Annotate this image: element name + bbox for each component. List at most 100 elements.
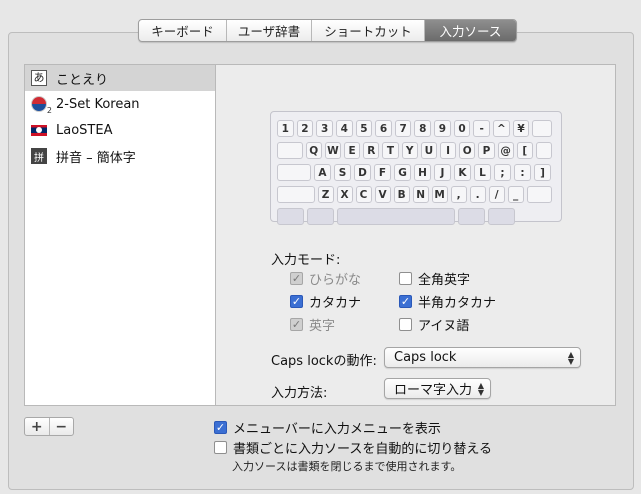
key: C bbox=[355, 186, 372, 203]
list-item-label: ことえり bbox=[56, 72, 109, 88]
key: ¥ bbox=[512, 120, 530, 137]
key bbox=[532, 120, 552, 137]
checkbox-hankaku-katakana[interactable]: ✓ 半角カタカナ bbox=[399, 292, 496, 311]
space-key bbox=[337, 208, 455, 225]
tab-user-dictionary[interactable]: ユーザ辞書 bbox=[227, 20, 312, 41]
checkbox-label: アイヌ語 bbox=[418, 319, 470, 334]
key: @ bbox=[497, 142, 514, 159]
input-mode-label: 入力モード: bbox=[271, 253, 341, 268]
key: I bbox=[439, 142, 457, 159]
list-item-lao[interactable]: LaoSTEA bbox=[25, 117, 215, 143]
key: M bbox=[431, 186, 448, 203]
key bbox=[488, 208, 515, 225]
list-edit-buttons: + − bbox=[24, 417, 74, 436]
key: J bbox=[434, 164, 451, 181]
input-source-list[interactable]: あ ことえり 2-Set Korean LaoSTEA 拼 拼音 – 簡体字 bbox=[24, 64, 215, 406]
keyboard-row-2: Q W E R T Y U I O P @ [ bbox=[277, 142, 555, 161]
key: A bbox=[314, 164, 331, 181]
key: Q bbox=[305, 142, 322, 159]
input-method-select[interactable]: ローマ字入力 ▲ ▼ bbox=[384, 378, 491, 399]
input-method-label: 入力方法: bbox=[271, 386, 328, 401]
key: 5 bbox=[355, 120, 373, 137]
checkmark-icon: ✓ bbox=[290, 272, 303, 285]
key: ] bbox=[534, 164, 551, 181]
key: W bbox=[324, 142, 342, 159]
checkbox-label: 英字 bbox=[309, 319, 336, 334]
checkbox-label: カタカナ bbox=[309, 296, 362, 311]
key: E bbox=[344, 142, 361, 159]
keyboard-layout-preview: 1 2 3 4 5 6 7 8 9 0 - ^ ¥ Q W E R T Y U … bbox=[270, 111, 562, 225]
key: F bbox=[374, 164, 391, 181]
add-button[interactable]: + bbox=[25, 418, 50, 435]
kotoeri-icon: あ bbox=[31, 70, 47, 86]
checkbox-ainu[interactable]: アイヌ語 bbox=[399, 315, 469, 334]
list-item-label: 2-Set Korean bbox=[56, 96, 140, 112]
key bbox=[277, 164, 311, 181]
key bbox=[277, 186, 315, 203]
keyboard-row-1: 1 2 3 4 5 6 7 8 9 0 - ^ ¥ bbox=[277, 120, 555, 139]
key: 0 bbox=[453, 120, 471, 137]
remove-button[interactable]: − bbox=[50, 418, 74, 435]
checkmark-icon: ✓ bbox=[290, 318, 303, 331]
checkbox-box bbox=[214, 441, 227, 454]
checkbox-eiji[interactable]: ✓ 英字 bbox=[290, 315, 335, 334]
list-item-kotoeri[interactable]: あ ことえり bbox=[25, 65, 215, 91]
key: K bbox=[454, 164, 471, 181]
checkbox-box bbox=[399, 272, 412, 285]
checkbox-katakana[interactable]: ✓ カタカナ bbox=[290, 292, 361, 311]
checkbox-hiragana[interactable]: ✓ ひらがな bbox=[290, 269, 361, 288]
checkbox-zenkaku-eiji[interactable]: 全角英字 bbox=[399, 269, 470, 288]
lao-flag-icon bbox=[31, 124, 47, 136]
checkbox-box bbox=[399, 318, 412, 331]
key bbox=[535, 142, 553, 159]
input-source-details: 1 2 3 4 5 6 7 8 9 0 - ^ ¥ Q W E R T Y U … bbox=[215, 64, 616, 406]
checkmark-icon: ✓ bbox=[214, 421, 227, 434]
caps-lock-label: Caps lockの動作: bbox=[271, 354, 377, 369]
key bbox=[277, 142, 303, 159]
key: : bbox=[514, 164, 531, 181]
key: O bbox=[459, 142, 476, 159]
key: _ bbox=[507, 186, 524, 203]
key: D bbox=[354, 164, 371, 181]
checkbox-show-input-menu[interactable]: ✓ メニューバーに入力メニューを表示 bbox=[214, 418, 441, 437]
caps-lock-select[interactable]: Caps lock ▲ ▼ bbox=[384, 347, 581, 368]
key: V bbox=[374, 186, 391, 203]
tab-keyboard[interactable]: キーボード bbox=[139, 20, 227, 41]
key: T bbox=[382, 142, 399, 159]
key: S bbox=[334, 164, 351, 181]
key: 1 bbox=[277, 120, 294, 137]
pinyin-icon: 拼 bbox=[31, 148, 47, 164]
key bbox=[277, 208, 304, 225]
checkbox-label: 半角カタカナ bbox=[418, 296, 497, 311]
caps-lock-value: Caps lock bbox=[394, 350, 457, 365]
key: 7 bbox=[394, 120, 412, 137]
key: 4 bbox=[335, 120, 353, 137]
tab-shortcuts[interactable]: ショートカット bbox=[312, 20, 425, 41]
key: X bbox=[336, 186, 353, 203]
key: [ bbox=[516, 142, 533, 159]
list-item-label: 拼音 – 簡体字 bbox=[56, 150, 136, 166]
tab-bar: キーボード ユーザ辞書 ショートカット 入力ソース bbox=[138, 19, 517, 42]
key: Y bbox=[401, 142, 418, 159]
key: / bbox=[488, 186, 505, 203]
checkbox-label: 全角英字 bbox=[418, 273, 471, 288]
checkbox-label: メニューバーに入力メニューを表示 bbox=[233, 422, 441, 437]
list-item-label: LaoSTEA bbox=[56, 122, 113, 138]
key bbox=[458, 208, 485, 225]
list-item-korean[interactable]: 2-Set Korean bbox=[25, 91, 215, 117]
keyboard-row-4: Z X C V B N M , . / _ bbox=[277, 186, 555, 205]
checkbox-label: ひらがな bbox=[309, 273, 362, 288]
updown-arrows-icon: ▲ ▼ bbox=[567, 350, 574, 366]
key: U bbox=[420, 142, 437, 159]
list-item-pinyin[interactable]: 拼 拼音 – 簡体字 bbox=[25, 143, 215, 169]
key: B bbox=[393, 186, 410, 203]
key: G bbox=[394, 164, 411, 181]
checkbox-auto-switch-source[interactable]: 書類ごとに入力ソースを自動的に切り替える bbox=[214, 438, 492, 457]
key: 8 bbox=[414, 120, 432, 137]
tab-input-sources[interactable]: 入力ソース bbox=[425, 20, 516, 41]
key: 3 bbox=[316, 120, 333, 137]
key: R bbox=[363, 142, 380, 159]
checkmark-icon: ✓ bbox=[290, 295, 303, 308]
checkbox-label: 書類ごとに入力ソースを自動的に切り替える bbox=[233, 442, 492, 457]
key: H bbox=[414, 164, 431, 181]
